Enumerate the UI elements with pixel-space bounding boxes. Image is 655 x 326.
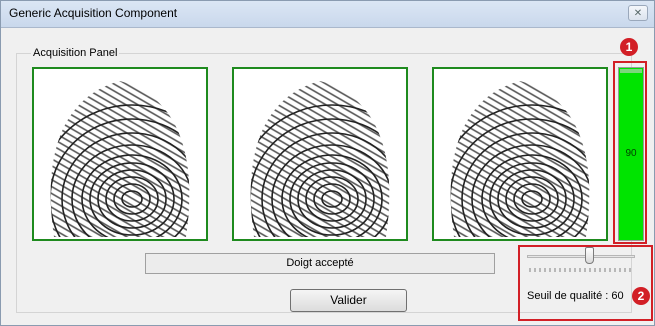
fingerprint-icon — [50, 81, 190, 237]
status-field: Doigt accepté — [145, 253, 495, 274]
callout-badge-1: 1 — [620, 38, 638, 56]
fingerprint-icon — [450, 81, 590, 237]
close-button[interactable]: ✕ — [628, 5, 648, 21]
callout-box-1 — [613, 61, 647, 244]
callout-badge-2: 2 — [632, 287, 650, 305]
callout-box-2 — [518, 245, 653, 321]
title-bar: Generic Acquisition Component ✕ — [1, 1, 654, 28]
close-icon: ✕ — [633, 8, 643, 19]
acquisition-panel-label: Acquisition Panel — [31, 47, 120, 59]
fingerprint-icon — [250, 81, 390, 237]
fingerprint-image-3 — [432, 67, 608, 241]
fingerprint-image-2 — [232, 67, 408, 241]
window-title: Generic Acquisition Component — [9, 6, 178, 20]
acquisition-window: Generic Acquisition Component ✕ Acquisit… — [0, 0, 655, 326]
validate-button[interactable]: Valider — [290, 289, 407, 312]
fingerprint-image-1 — [32, 67, 208, 241]
